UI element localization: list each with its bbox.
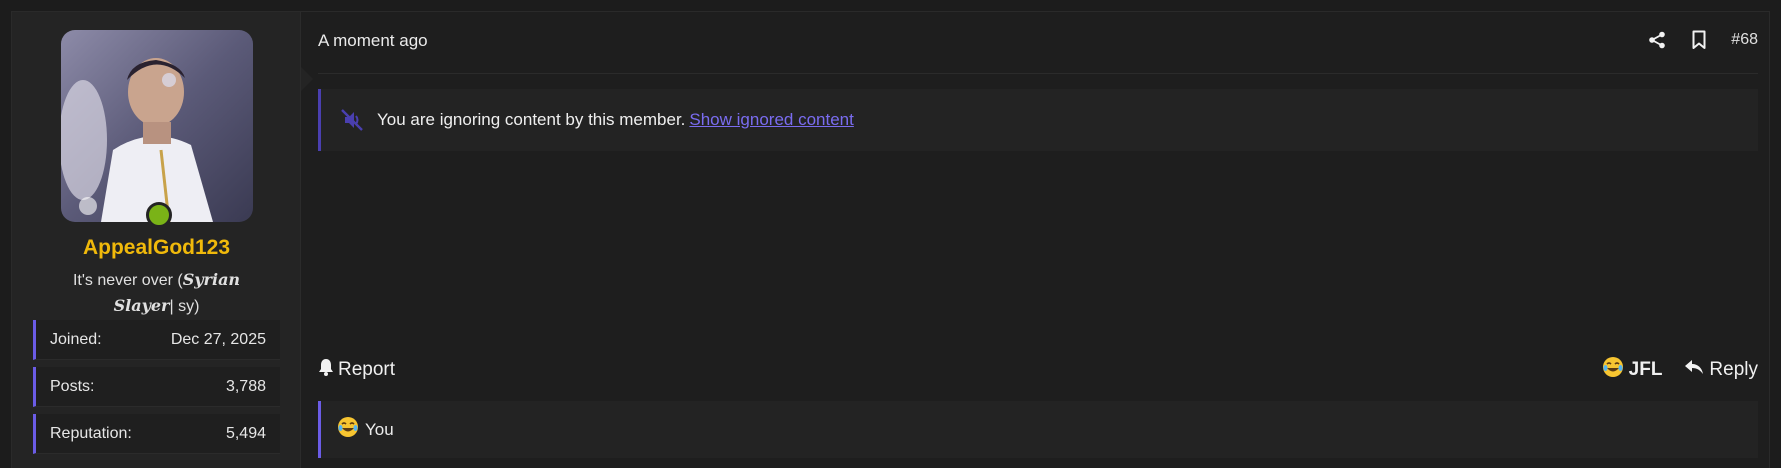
stat-value: 3,788 [225,377,266,395]
bell-icon [318,358,334,382]
post-timestamp[interactable]: A moment ago [318,31,428,51]
report-button[interactable]: Report [318,358,395,382]
reply-icon [1684,358,1704,382]
jfl-reaction-button[interactable]: JFL [1602,356,1663,384]
show-ignored-content-link[interactable]: Show ignored content [689,110,853,130]
stat-label: Posts: [50,377,95,395]
laughing-crying-emoji-icon [337,416,359,443]
stat-reputation: Reputation: 5,494 [33,414,280,454]
reactions-bar[interactable]: You [318,401,1758,458]
user-arrow [301,67,313,91]
reply-label: Reply [1709,359,1758,380]
user-title-start: It's never over ( [72,272,183,289]
stat-value: Dec 27, 2025 [170,330,266,348]
stat-joined: Joined: Dec 27, 2025 [33,320,280,360]
avatar[interactable] [61,30,253,222]
user-title-end: | sy) [169,298,200,315]
jfl-label: JFL [1628,359,1663,380]
stat-value: 5,494 [225,424,266,442]
ignored-message: You are ignoring content by this member. [377,110,686,129]
stat-posts: Posts: 3,788 [33,367,280,407]
post-footer-actions: Report JFL Reply [318,355,1758,385]
bookmark-icon[interactable] [1689,30,1709,50]
post-main: A moment ago #68 You are ignoring conten… [318,12,1758,468]
username[interactable]: AppealGod123 [12,236,301,260]
reply-button[interactable]: Reply [1684,358,1758,382]
post-number-link[interactable]: #68 [1731,31,1758,49]
reactions-text: You [365,419,394,439]
post-top-actions: #68 [1647,30,1758,50]
share-icon[interactable] [1647,30,1667,50]
stat-label: Reputation: [50,424,132,442]
ignored-content-notice: You are ignoring content by this member.… [318,89,1758,151]
mute-icon [339,107,365,133]
online-status-dot [146,202,172,228]
stat-label: Joined: [50,330,102,348]
user-sidebar: AppealGod123 It's never over (𝑺𝒚𝒓𝒊𝒂𝒏 𝑺𝒍𝒂… [12,12,301,468]
user-title: It's never over (𝑺𝒚𝒓𝒊𝒂𝒏 𝑺𝒍𝒂𝒚𝒆𝒓| sy) [42,267,271,319]
laughing-crying-emoji-icon [1602,356,1624,384]
post-container: AppealGod123 It's never over (𝑺𝒚𝒓𝒊𝒂𝒏 𝑺𝒍𝒂… [11,11,1770,468]
report-label: Report [338,359,396,380]
reaction-reply-actions: JFL Reply [1602,356,1758,384]
divider [318,73,1758,74]
